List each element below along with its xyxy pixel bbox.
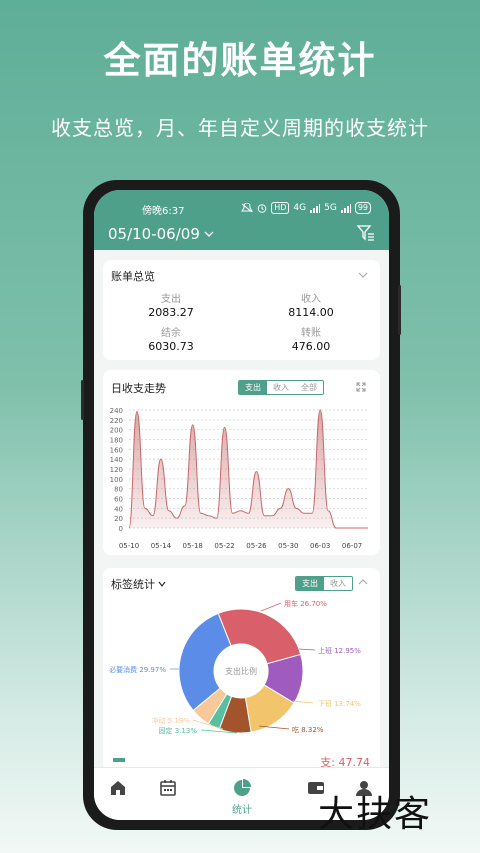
x-tick-label: 05-22: [214, 542, 234, 550]
status-bar: 傍晚6:37 HD 4G 5G 99: [94, 202, 389, 217]
income-summary: 收入 8114.00: [251, 290, 371, 319]
x-tick-label: 05-30: [278, 542, 298, 550]
slice-label: 吃 8.32%: [292, 725, 324, 734]
slice-label: 固定 3.13%: [159, 726, 198, 735]
filter-icon[interactable]: [357, 224, 375, 242]
signal-icon: [340, 203, 351, 213]
expand-icon[interactable]: [356, 382, 366, 392]
x-tick-label: 05-26: [246, 542, 267, 550]
slice-leader-line: [260, 602, 282, 612]
chevron-up-icon[interactable]: [358, 578, 368, 585]
chevron-down-icon: [158, 581, 166, 587]
tab-label-stats[interactable]: 统计: [232, 801, 252, 816]
battery-icon: 99: [354, 202, 371, 214]
expense-value: 2083.27: [148, 306, 194, 319]
x-tick-label: 06-07: [342, 542, 362, 550]
overview-card: 账单总览 支出 2083.27 收入 8114.00 结余 6030.73 转账…: [103, 260, 380, 360]
mute-icon: [241, 203, 254, 213]
network-4g: 4G: [293, 203, 307, 213]
slice-label: 冲动 5.19%: [152, 716, 191, 725]
segment-income[interactable]: 收入: [324, 577, 352, 590]
balance-summary: 结余 6030.73: [111, 324, 231, 353]
phone-side-button: [81, 380, 84, 420]
y-tick-label: 240: [110, 407, 123, 415]
x-tick-label: 05-18: [183, 542, 203, 550]
status-icons: HD 4G 5G 99: [241, 202, 371, 214]
period-label: 05/10-06/09: [108, 225, 200, 243]
tag-segment: 支出 收入: [295, 576, 353, 591]
transfer-summary: 转账 476.00: [251, 324, 371, 353]
slice-leader-line: [298, 648, 316, 651]
y-tick-label: 60: [114, 496, 123, 504]
y-tick-label: 120: [110, 466, 123, 474]
app-header: 傍晚6:37 HD 4G 5G 99 05/10-06/09: [94, 190, 389, 250]
expense-label: 支出: [161, 294, 181, 305]
y-tick-label: 40: [114, 505, 123, 513]
pie-chart-icon[interactable]: [232, 778, 252, 798]
expense-summary: 支出 2083.27: [111, 290, 231, 319]
calendar-icon[interactable]: [158, 778, 178, 798]
watermark-text: 大扶客: [318, 794, 433, 835]
tag-pie-chart: 用车 26.70% 上班 12.95% 下班 13.74% 吃 8.32% 固定 3.1…: [109, 599, 361, 735]
trend-card: 日收支走势 支出 收入 全部 0 20 40 60 80 100 120 140 160 180 2…: [103, 370, 380, 555]
tag-title-group[interactable]: 标签统计: [111, 576, 166, 592]
x-tick-label: 05-14: [151, 542, 172, 550]
segment-all[interactable]: 全部: [295, 381, 323, 394]
chevron-down-icon[interactable]: [358, 272, 368, 279]
y-tick-label: 220: [110, 417, 123, 425]
donut-center-label: 支出比例: [225, 666, 257, 676]
promo-subline: 收支总览，月、年自定义周期的收支统计: [51, 116, 429, 140]
period-selector[interactable]: 05/10-06/09: [108, 225, 214, 243]
promo-headline: 全面的账单统计: [103, 39, 377, 82]
tag-title: 标签统计: [111, 578, 155, 591]
trend-title: 日收支走势: [111, 382, 166, 395]
chevron-down-icon: [204, 231, 214, 237]
alarm-icon: [257, 204, 267, 213]
transfer-label: 转账: [301, 328, 321, 339]
y-tick-label: 80: [114, 486, 123, 494]
y-tick-label: 160: [110, 446, 123, 454]
overview-title: 账单总览: [111, 270, 155, 283]
status-time: 傍晚6:37: [142, 206, 185, 217]
hd-badge: HD: [271, 202, 290, 214]
slice-leader-line: [292, 700, 314, 704]
trend-segment: 支出 收入 全部: [238, 380, 324, 395]
trend-chart: 0 20 4060 80 100 120 140 160180 200 220 240 05-10 05…: [110, 407, 368, 550]
transfer-value: 476.00: [291, 340, 331, 353]
legend-marker: [113, 758, 125, 762]
y-tick-label: 0: [119, 525, 123, 533]
tag-card: 标签统计 支出 收入 用车 26.70% 上班 12.95% 下班 13.74% 吃 …: [103, 568, 380, 778]
income-value: 8114.00: [288, 306, 334, 319]
slice-label: 下班 13.74%: [318, 699, 361, 708]
y-tick-label: 100: [110, 476, 123, 484]
y-tick-label: 20: [114, 515, 123, 523]
segment-expense[interactable]: 支出: [239, 381, 267, 394]
signal-icon: [310, 203, 321, 213]
y-tick-label: 200: [110, 427, 123, 435]
slice-label: 必要消费 29.97%: [109, 665, 166, 674]
phone-side-button: [398, 285, 401, 335]
balance-value: 6030.73: [148, 340, 194, 353]
slice-label: 用车 26.70%: [284, 599, 327, 608]
y-tick-label: 140: [110, 456, 123, 464]
network-5g: 5G: [324, 203, 337, 213]
income-label: 收入: [301, 294, 321, 305]
y-tick-label: 180: [110, 437, 123, 445]
home-icon[interactable]: [108, 778, 128, 798]
segment-expense[interactable]: 支出: [296, 577, 324, 590]
slice-label: 上班 12.95%: [318, 646, 361, 655]
x-tick-label: 06-03: [310, 542, 330, 550]
app-screen: 傍晚6:37 HD 4G 5G 99 05/10-06/09 账单总览 支出 2…: [94, 190, 389, 820]
trend-area: [129, 410, 368, 528]
balance-label: 结余: [161, 328, 181, 339]
segment-income[interactable]: 收入: [267, 381, 295, 394]
x-tick-label: 05-10: [119, 542, 139, 550]
